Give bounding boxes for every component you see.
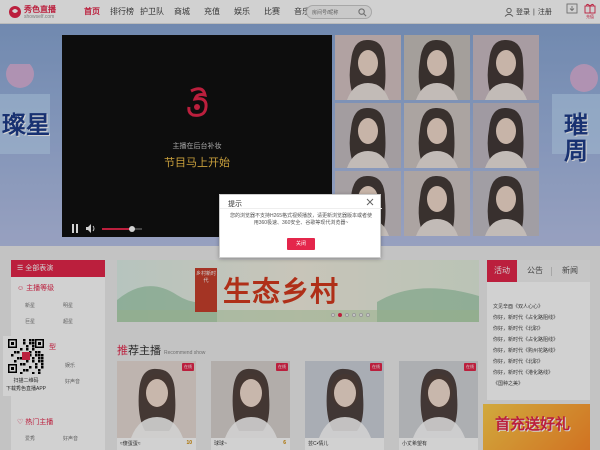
- close-icon[interactable]: [366, 198, 374, 206]
- dialog-divider: [220, 208, 382, 209]
- dialog-close-button[interactable]: 关闭: [287, 238, 315, 250]
- dialog-message: 您的浏览器不支持H265格式视频播放，请更新浏览器版本或者使用360极速、360…: [230, 213, 372, 226]
- alert-dialog: 提示 您的浏览器不支持H265格式视频播放，请更新浏览器版本或者使用360极速、…: [219, 194, 382, 258]
